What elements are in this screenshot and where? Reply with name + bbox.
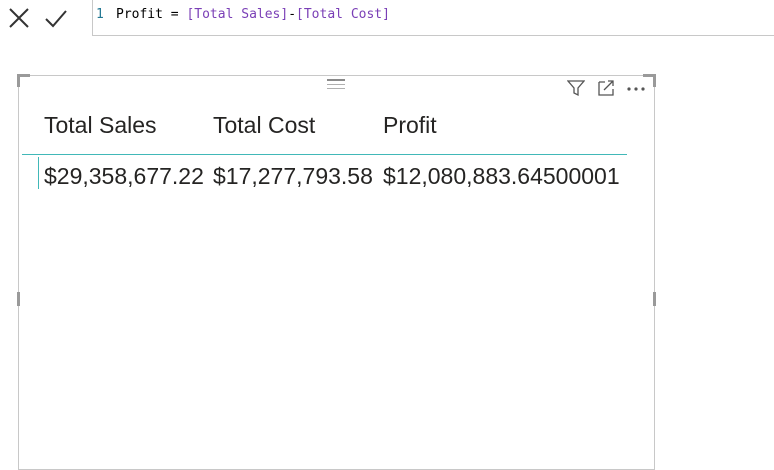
cancel-formula-button[interactable] [6,5,32,31]
column-header-total-cost[interactable]: Total Cost [213,112,315,139]
formula-editor[interactable]: 1 Profit = [Total Sales]-[Total Cost] [92,0,774,36]
line-number: 1 [96,7,104,22]
table-header-row: Total Sales Total Cost Profit [22,100,627,155]
column-header-total-sales[interactable]: Total Sales [44,112,157,139]
resize-handle-top-left[interactable] [17,74,30,87]
formula-token-operator: - [288,7,297,22]
more-options-icon [627,87,645,91]
visual-header-icons [566,78,646,98]
column-header-profit[interactable]: Profit [383,112,437,139]
formula-bar: 1 Profit = [Total Sales]-[Total Cost] [0,0,774,37]
filter-button[interactable] [566,78,586,98]
checkmark-icon [45,10,67,28]
formula-text[interactable]: Profit = [Total Sales]-[Total Cost] [116,7,390,23]
row-indicator [38,157,39,189]
formula-token-total-sales: [Total Sales] [186,7,289,22]
filter-icon [567,80,585,97]
formula-token-measure-name: Profit = [116,7,187,22]
resize-handle-right[interactable] [653,292,656,306]
resize-handle-left[interactable] [17,292,20,306]
drag-handle[interactable] [327,76,345,92]
cell-profit: $12,080,883.64500001 [383,163,620,189]
close-icon [9,8,29,28]
more-options-button[interactable] [626,78,646,98]
cell-total-cost: $17,277,793.58 [213,163,373,189]
data-table: Total Sales Total Cost Profit $29,358,67… [22,100,627,199]
cell-total-sales: $29,358,677.22 [44,163,204,189]
commit-formula-button[interactable] [43,5,69,31]
focus-mode-button[interactable] [596,78,616,98]
focus-mode-icon [598,80,614,96]
formula-token-total-cost: [Total Cost] [296,7,390,22]
table-row[interactable]: $29,358,677.22 $17,277,793.58 $12,080,88… [22,155,627,199]
